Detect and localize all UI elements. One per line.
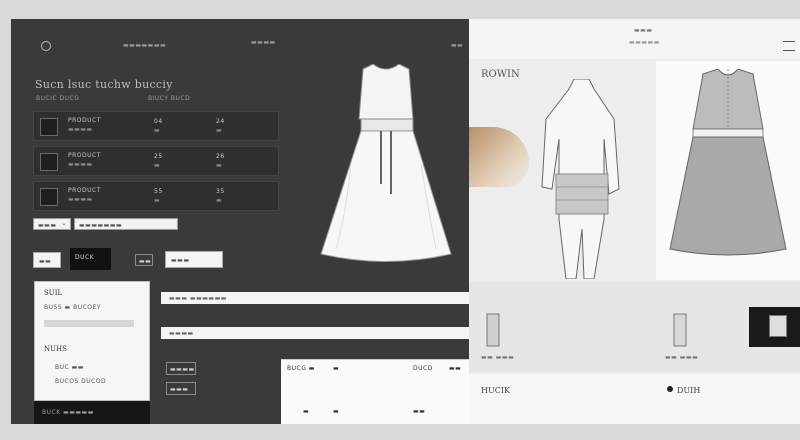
nav-center[interactable]: ▬▬▬▬▬▬▬ [123,42,166,49]
dress-image [320,64,452,262]
footer-left-label: HUCIK [481,386,510,395]
product-price: ▬▬ ▬▬▬ [665,354,699,361]
nav-right[interactable]: ▬▬▬▬ [251,39,276,46]
card-item[interactable]: BUCOS DUCOD [55,378,106,385]
item-value: 35 [216,188,225,195]
subtitle-right: BIUCY BUCD [148,95,191,102]
summary-card: SUIL BUSS ▬ BUCOEY NUHS BUC ▬▬ BUCOS DUC… [34,281,150,401]
product-row: ▬▬ ▬▬▬ ▬▬ ▬▬▬ [469,282,800,372]
strip-text: ▬▬▬ ▬▬▬▬▬▬ [169,295,227,302]
chevron-down-icon: ⌄ [61,220,67,227]
knit-dress-image [669,69,787,256]
product-price: ▬▬ ▬▬▬ [481,354,515,361]
product-thumbnail-a[interactable] [485,310,503,350]
item-value: 04 [154,118,163,125]
item-value-sub: ▬ [216,162,223,169]
item-value: 55 [154,188,163,195]
product-thumbnail-b[interactable] [672,310,690,350]
blouse-sketch-image [541,79,620,279]
action-button[interactable]: ▬▬▬ [165,251,223,268]
primary-button[interactable]: DUCK [70,248,111,270]
item-sub: ▬▬▬▬ [68,161,93,168]
item-value-sub: ▬ [154,197,161,204]
brand-name[interactable]: ▬▬▬ [634,27,653,34]
table-header: ▬▬ [449,365,462,372]
table-cell: ▬▬ [413,408,426,415]
storefront-panel: ▬▬▬ ▬▬▬▬▬ ROWIN ▬▬ ▬▬▬ ▬▬ ▬▬▬ HUCIK DUIH [469,19,800,424]
dashboard-panel: ▬▬▬▬▬▬▬ ▬▬▬▬ ▬▬ Sucn lsuc tuchw bucciy B… [11,19,469,424]
page-title: Sucn lsuc tuchw bucciy [35,78,173,91]
item-name: PRODUCT [68,187,101,194]
item-value: 24 [216,118,225,125]
item-value-sub: ▬ [216,127,223,134]
strip-text: ▬▬▬▬ [169,330,194,337]
logo-icon[interactable] [41,41,51,51]
list-item[interactable]: PRODUCT ▬▬▬▬ 55 ▬ 35 ▬ [33,181,279,211]
brand-tagline: ▬▬▬▬▬ [629,39,660,46]
small-button[interactable]: ▬▬▬▬ [166,362,196,375]
list-item[interactable]: PRODUCT ▬▬▬▬ 25 ▬ 26 ▬ [33,146,279,176]
info-strip: ▬▬▬▬ [161,327,469,339]
store-header: ▬▬▬ ▬▬▬▬▬ [469,19,800,59]
footer-text: BUCK ▬▬▬▬▬ [42,409,94,416]
card-title: SUIL [44,289,63,297]
secondary-button[interactable]: ▬▬ [33,252,61,268]
list-item[interactable]: PRODUCT ▬▬▬▬ 04 ▬ 24 ▬ [33,111,279,141]
select-dropdown[interactable]: ▬▬▬ ⌄ [33,218,71,230]
card-section-title: NUHS [44,345,67,353]
product-swatch [769,315,787,337]
table-header: ▬ [333,365,340,372]
table-cell: ▬ [303,408,310,415]
model-hair-image [469,127,529,187]
data-table: BUCG ▬ ▬ DUCD ▬▬ ▬ ▬ ▬▬ [281,359,469,424]
item-name: PRODUCT [68,152,101,159]
item-sub: ▬▬▬▬ [68,126,93,133]
section-label: ROWIN [481,69,520,80]
bullet-icon [667,386,673,392]
hamburger-icon[interactable] [783,41,795,51]
item-value-sub: ▬ [154,127,161,134]
item-value: 25 [154,153,163,160]
subtitle-left: BUCIC DUCG [36,95,80,102]
outline-button[interactable]: ▬▬ [135,254,153,266]
item-sub: ▬▬▬▬ [68,196,93,203]
product-thumbnail [40,188,58,206]
table-header: BUCG ▬ [287,365,315,372]
card-subtitle: BUSS ▬ BUCOEY [44,304,101,311]
product-gallery-side[interactable] [656,61,800,280]
item-name: PRODUCT [68,117,101,124]
item-value-sub: ▬ [154,162,161,169]
product-gallery-main[interactable]: ROWIN [469,61,655,280]
select-value: ▬▬▬ [38,222,57,229]
product-thumbnail [40,153,58,171]
small-button[interactable]: ▬▬▬ [166,382,196,395]
store-footer: HUCIK DUIH [469,374,800,424]
product-thumbnail [40,118,58,136]
app-frame: ▬▬▬▬▬▬▬ ▬▬▬▬ ▬▬ Sucn lsuc tuchw bucciy B… [11,19,800,424]
card-item[interactable]: BUC ▬▬ [55,364,84,371]
progress-bar [44,320,134,327]
table-header: DUCD [413,365,433,372]
table-cell: ▬ [333,408,340,415]
card-footer: BUCK ▬▬▬▬▬ [34,401,150,424]
item-value-sub: ▬ [216,197,223,204]
item-value: 26 [216,153,225,160]
footer-right-label: DUIH [677,386,701,395]
nav-far[interactable]: ▬▬ [451,42,463,49]
search-input[interactable]: ▬▬▬▬▬▬▬ [74,218,178,230]
dark-product-card[interactable] [749,307,800,347]
info-strip: ▬▬▬ ▬▬▬▬▬▬ [161,292,469,304]
